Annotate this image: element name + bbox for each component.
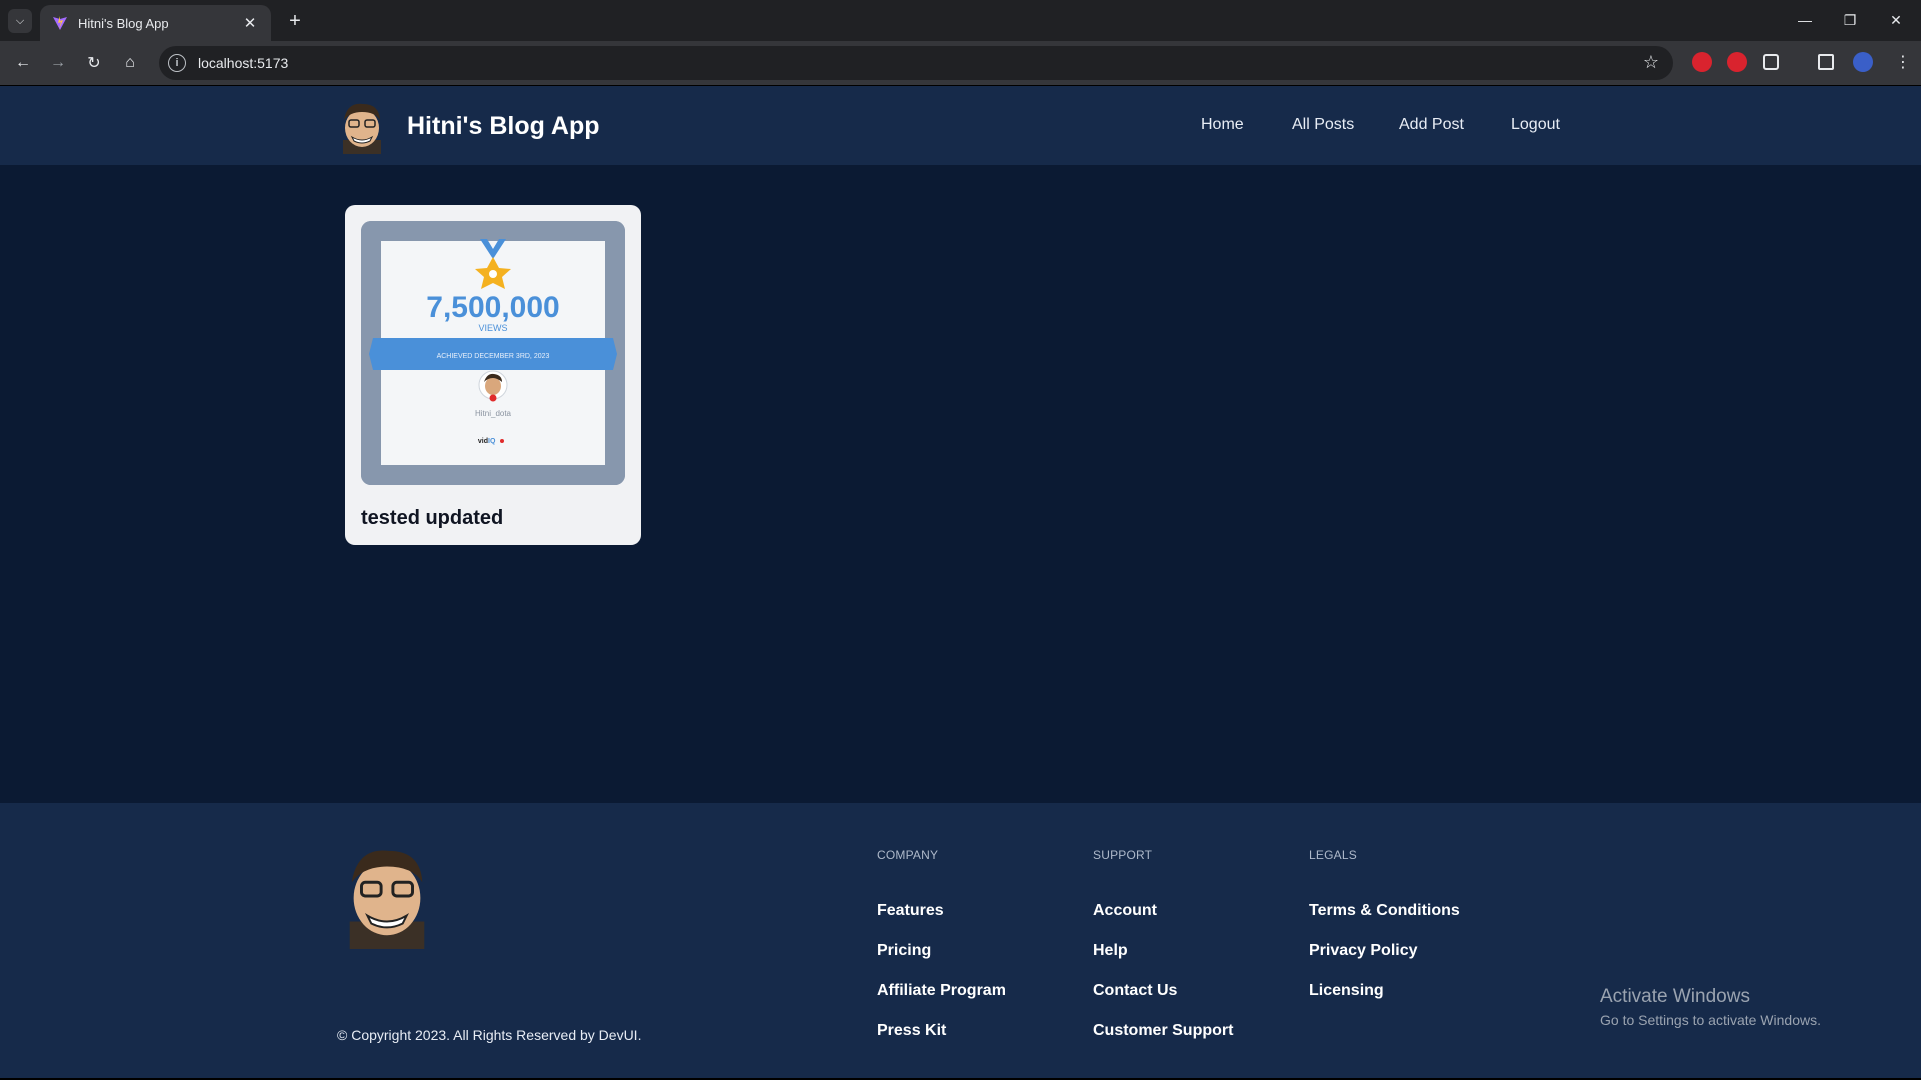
tab-search-icon[interactable]: ⌵: [8, 9, 32, 33]
browser-tab[interactable]: Hitni's Blog App ✕: [40, 5, 271, 41]
extension-hand-icon[interactable]: [1727, 52, 1747, 72]
milestone-ribbon-text: ACHIEVED DECEMBER 3RD, 2023: [437, 353, 550, 360]
footer-link-help[interactable]: Help: [1093, 942, 1128, 960]
footer-link-affiliate-program[interactable]: Affiliate Program: [877, 982, 1006, 1000]
post-image[interactable]: 7,500,000 VIEWS ACHIEVED DECEMBER 3RD, 2…: [361, 221, 625, 485]
activate-windows-watermark: Activate Windows Go to Settings to activ…: [1600, 986, 1821, 1028]
logo-avatar-icon[interactable]: [337, 100, 387, 154]
footer-heading-company: COMPANY: [877, 848, 939, 862]
footer-link-features[interactable]: Features: [877, 902, 944, 920]
new-tab-icon[interactable]: +: [283, 9, 307, 33]
page: Hitni's Blog App Home All Posts Add Post…: [0, 86, 1921, 1078]
browser-menu-icon[interactable]: ⋮: [1895, 52, 1911, 72]
extension-red-icon[interactable]: [1692, 52, 1712, 72]
vite-favicon-icon: [53, 16, 67, 30]
activate-windows-title: Activate Windows: [1600, 986, 1750, 1007]
footer-heading-support: SUPPORT: [1093, 848, 1153, 862]
nav-home[interactable]: Home: [1201, 116, 1244, 134]
side-panel-icon[interactable]: [1818, 54, 1834, 70]
milestone-unit: VIEWS: [478, 323, 507, 333]
home-icon[interactable]: ⌂: [118, 51, 142, 75]
close-tab-icon[interactable]: ✕: [241, 14, 259, 32]
reload-icon[interactable]: ↻: [82, 51, 106, 75]
footer-link-press-kit[interactable]: Press Kit: [877, 1022, 946, 1040]
vidiq-brand-part2: IQ: [488, 438, 496, 445]
footer-link-licensing[interactable]: Licensing: [1309, 982, 1384, 1000]
vidiq-logo-icon: [500, 439, 504, 443]
forward-icon[interactable]: →: [46, 51, 70, 75]
bookmark-star-icon[interactable]: ☆: [1643, 52, 1659, 73]
channel-name: Hitni_dota: [475, 409, 512, 418]
restore-icon[interactable]: ❐: [1838, 8, 1862, 32]
address-bar[interactable]: i localhost:5173 ☆: [159, 46, 1673, 80]
site-info-icon[interactable]: i: [168, 54, 186, 72]
back-icon[interactable]: ←: [11, 51, 35, 75]
profile-avatar-icon[interactable]: [1853, 52, 1873, 72]
extensions-puzzle-icon[interactable]: [1763, 54, 1779, 70]
site-brand[interactable]: Hitni's Blog App: [407, 112, 600, 141]
nav-add-post[interactable]: Add Post: [1399, 116, 1464, 134]
site-header: Hitni's Blog App Home All Posts Add Post…: [0, 86, 1921, 165]
copyright-text: © Copyright 2023. All Rights Reserved by…: [337, 1027, 642, 1043]
footer-avatar-icon: [349, 850, 425, 949]
minimize-icon[interactable]: —: [1793, 8, 1817, 32]
milestone-number: 7,500,000: [426, 291, 559, 324]
footer-link-pricing[interactable]: Pricing: [877, 942, 931, 960]
nav-all-posts[interactable]: All Posts: [1292, 116, 1354, 134]
tab-title: Hitni's Blog App: [78, 15, 169, 31]
footer-link-privacy-policy[interactable]: Privacy Policy: [1309, 942, 1418, 960]
nav-logout[interactable]: Logout: [1511, 116, 1560, 134]
footer-link-terms[interactable]: Terms & Conditions: [1309, 902, 1460, 920]
footer-link-customer-support[interactable]: Customer Support: [1093, 1022, 1233, 1040]
site-footer: © Copyright 2023. All Rights Reserved by…: [0, 803, 1921, 1078]
window-close-icon[interactable]: ✕: [1884, 8, 1908, 32]
browser-tabbar: ⌵ Hitni's Blog App ✕ + — ❐ ✕: [0, 0, 1921, 41]
address-url[interactable]: localhost:5173: [198, 55, 288, 71]
milestone-certificate: 7,500,000 VIEWS ACHIEVED DECEMBER 3RD, 2…: [361, 221, 625, 485]
browser-toolbar: ← → ↻ ⌂ i localhost:5173 ☆: [0, 41, 1921, 85]
post-card[interactable]: 7,500,000 VIEWS ACHIEVED DECEMBER 3RD, 2…: [345, 205, 641, 545]
footer-heading-legals: LEGALS: [1309, 848, 1357, 862]
footer-link-account[interactable]: Account: [1093, 902, 1157, 920]
activate-windows-subtitle: Go to Settings to activate Windows.: [1600, 1012, 1821, 1028]
footer-link-contact-us[interactable]: Contact Us: [1093, 982, 1177, 1000]
post-title[interactable]: tested updated: [361, 507, 503, 530]
vidiq-brand-part1: vid: [478, 438, 488, 445]
